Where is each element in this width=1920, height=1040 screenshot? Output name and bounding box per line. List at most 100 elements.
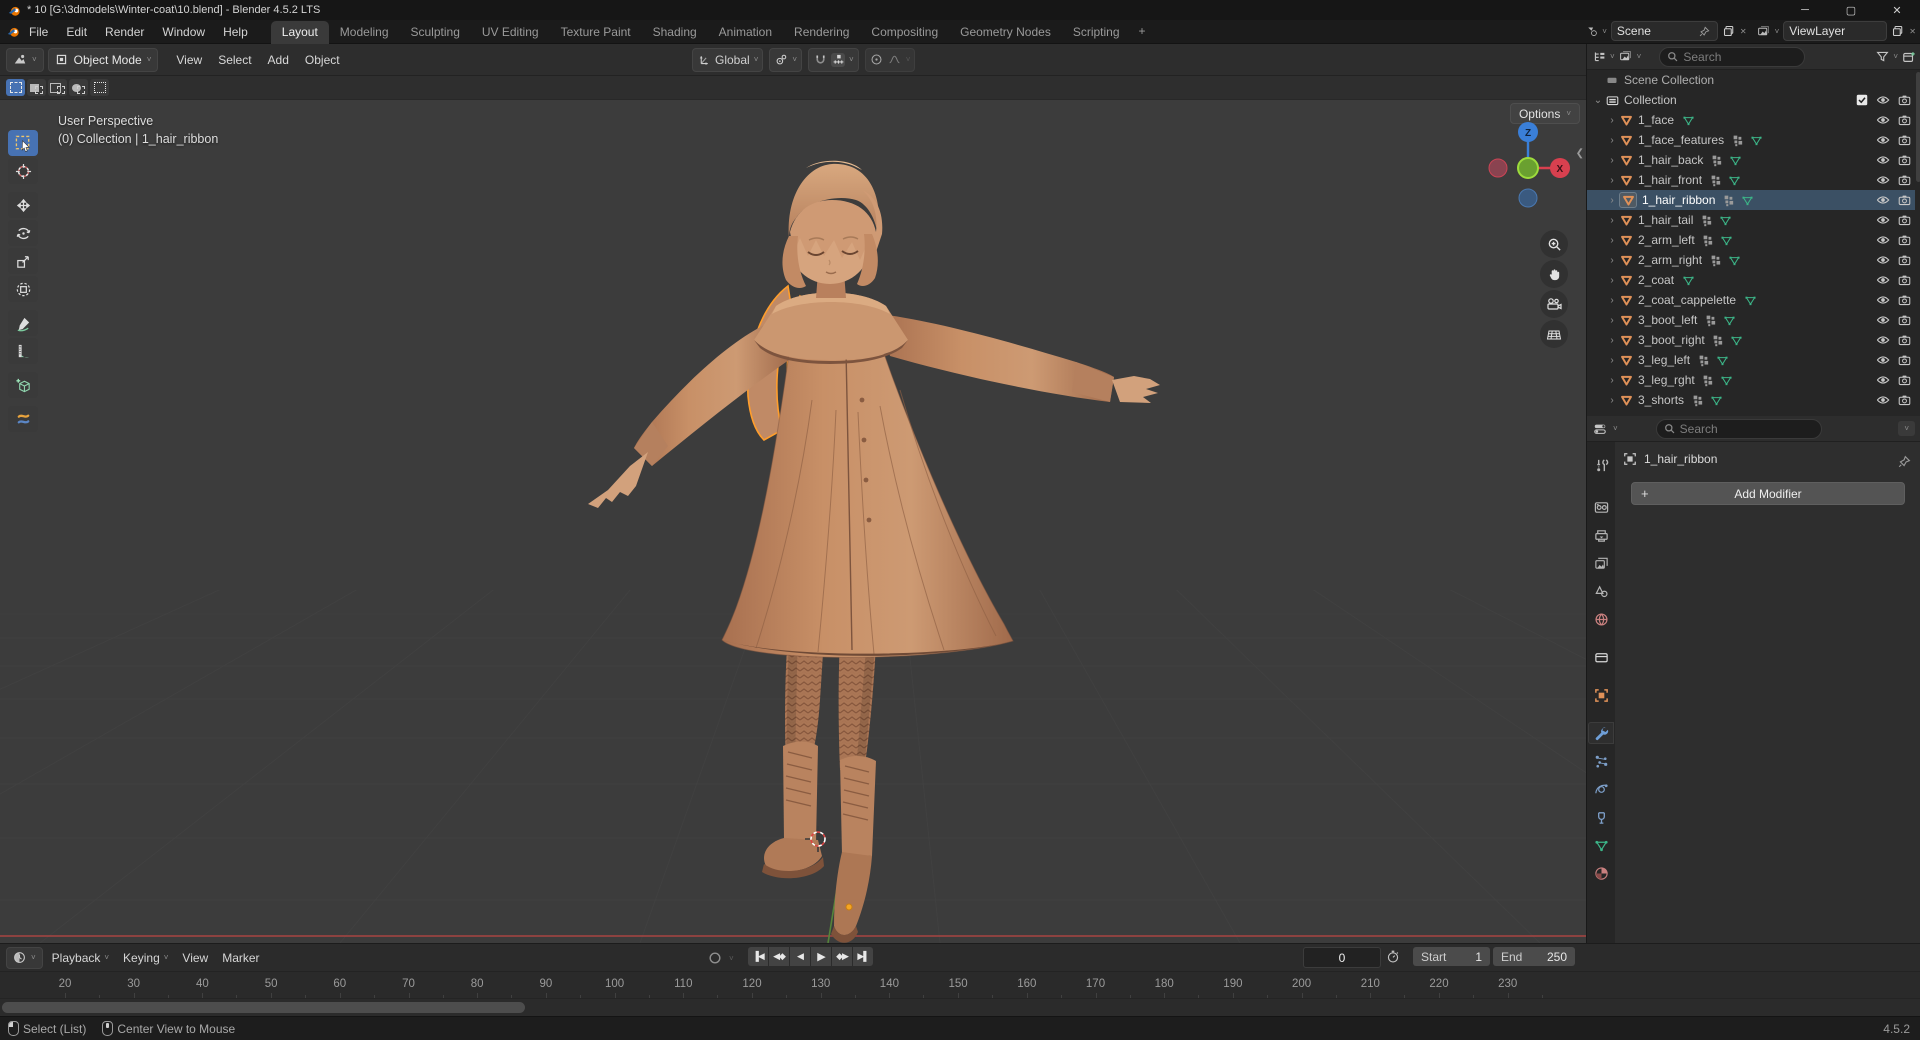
hide-icon[interactable] bbox=[1876, 313, 1890, 327]
outliner-collection[interactable]: ⌄ Collection bbox=[1587, 90, 1915, 110]
tool-measure[interactable] bbox=[8, 338, 38, 364]
zoom-nav-button[interactable] bbox=[1540, 230, 1568, 258]
pan-nav-button[interactable] bbox=[1540, 260, 1568, 288]
tab-view-layer[interactable] bbox=[1588, 552, 1614, 574]
tool-select-box[interactable] bbox=[8, 130, 38, 156]
disable-in-renders-icon[interactable] bbox=[1897, 113, 1911, 127]
viewport-menu-select[interactable]: Select bbox=[210, 50, 259, 70]
workspace-tab-shading[interactable]: Shading bbox=[642, 21, 708, 44]
outliner-item-1_hair_front[interactable]: › 1_hair_front bbox=[1587, 170, 1915, 190]
add-workspace-button[interactable]: + bbox=[1131, 20, 1154, 43]
viewlayer-browse-icon[interactable] bbox=[1757, 24, 1771, 38]
add-modifier-button[interactable]: + Add Modifier bbox=[1631, 482, 1905, 505]
hide-icon[interactable] bbox=[1876, 253, 1890, 267]
hide-icon[interactable] bbox=[1876, 193, 1890, 207]
properties-editor-icon[interactable] bbox=[1593, 422, 1607, 436]
menu-help[interactable]: Help bbox=[214, 22, 257, 42]
timeline-menu-keying[interactable]: Keying˅ bbox=[116, 948, 175, 968]
navigation-gizmo[interactable]: Y Z X bbox=[1480, 118, 1576, 214]
workspace-tab-geometry-nodes[interactable]: Geometry Nodes bbox=[949, 21, 1062, 44]
tab-object[interactable] bbox=[1588, 684, 1614, 706]
tool-scale[interactable] bbox=[8, 248, 38, 274]
filter-icon[interactable] bbox=[1875, 50, 1889, 64]
menu-edit[interactable]: Edit bbox=[57, 22, 96, 42]
hide-icon[interactable] bbox=[1876, 353, 1890, 367]
tool-move[interactable] bbox=[8, 192, 38, 218]
hide-icon[interactable] bbox=[1876, 233, 1890, 247]
outliner-item-2_coat[interactable]: › 2_coat bbox=[1587, 270, 1915, 290]
select-mode-set[interactable] bbox=[6, 79, 25, 96]
current-frame-field[interactable]: 0 bbox=[1303, 947, 1381, 968]
transform-orientation-selector[interactable]: Global ˅ bbox=[692, 48, 763, 72]
expand-icon[interactable]: › bbox=[1605, 115, 1619, 126]
outliner-item-3_leg_rght[interactable]: › 3_leg_rght bbox=[1587, 370, 1915, 390]
proportional-edit-controls[interactable]: ˅ bbox=[865, 48, 916, 72]
tab-render[interactable] bbox=[1588, 496, 1614, 518]
tab-material[interactable] bbox=[1588, 862, 1614, 884]
tab-scene[interactable] bbox=[1588, 580, 1614, 602]
disable-in-renders-icon[interactable] bbox=[1897, 253, 1911, 267]
hide-icon[interactable] bbox=[1876, 113, 1890, 127]
hide-icon[interactable] bbox=[1876, 333, 1890, 347]
menu-window[interactable]: Window bbox=[153, 22, 214, 42]
expand-icon[interactable]: › bbox=[1605, 335, 1619, 346]
outliner-scene-collection[interactable]: Scene Collection bbox=[1587, 70, 1915, 90]
disable-in-renders-icon[interactable] bbox=[1897, 213, 1911, 227]
tool-cursor[interactable] bbox=[8, 158, 38, 184]
outliner-item-3_shorts[interactable]: › 3_shorts bbox=[1587, 390, 1915, 410]
frame-start-field[interactable]: Start1 bbox=[1413, 947, 1490, 966]
tool-extra[interactable] bbox=[8, 406, 38, 432]
outliner-filter-image-icon[interactable] bbox=[1619, 50, 1633, 64]
perspective-toggle-button[interactable] bbox=[1540, 320, 1568, 348]
new-viewlayer-icon[interactable] bbox=[1891, 24, 1905, 38]
editor-type-button[interactable]: ˅ bbox=[6, 48, 44, 72]
hide-icon[interactable] bbox=[1876, 173, 1890, 187]
scene-browse-icon[interactable] bbox=[1584, 24, 1598, 38]
workspace-tab-layout[interactable]: Layout bbox=[271, 21, 329, 44]
expand-icon[interactable]: › bbox=[1605, 235, 1619, 246]
disable-in-renders-icon[interactable] bbox=[1897, 153, 1911, 167]
collection-checkbox[interactable] bbox=[1855, 93, 1869, 107]
viewport-menu-object[interactable]: Object bbox=[297, 50, 348, 70]
viewport-menu-add[interactable]: Add bbox=[260, 50, 297, 70]
viewport-menu-view[interactable]: View bbox=[168, 50, 210, 70]
workspace-tab-scripting[interactable]: Scripting bbox=[1062, 21, 1131, 44]
new-collection-icon[interactable] bbox=[1902, 50, 1916, 64]
outliner-item-1_face[interactable]: › 1_face bbox=[1587, 110, 1915, 130]
pin-icon[interactable] bbox=[1698, 24, 1712, 38]
timeline-menu-marker[interactable]: Marker bbox=[215, 948, 266, 968]
scene-selector[interactable]: Scene bbox=[1611, 21, 1718, 41]
play-button[interactable]: ▶ bbox=[811, 947, 831, 966]
blender-menu-icon[interactable] bbox=[6, 25, 20, 39]
pin-id-icon[interactable] bbox=[1897, 454, 1911, 468]
outliner-item-1_hair_tail[interactable]: › 1_hair_tail bbox=[1587, 210, 1915, 230]
close-button[interactable]: ✕ bbox=[1874, 0, 1920, 20]
tab-particles[interactable] bbox=[1588, 750, 1614, 772]
expand-icon[interactable]: › bbox=[1605, 255, 1619, 266]
disable-in-renders-icon[interactable] bbox=[1897, 393, 1911, 407]
tab-output[interactable] bbox=[1588, 524, 1614, 546]
minimize-button[interactable]: ─ bbox=[1782, 0, 1828, 20]
prev-keyframe-button[interactable]: ◀◆ bbox=[769, 947, 789, 966]
expand-icon[interactable]: › bbox=[1605, 195, 1619, 206]
disable-in-renders-icon[interactable] bbox=[1897, 193, 1911, 207]
hide-icon[interactable] bbox=[1876, 373, 1890, 387]
tool-transform[interactable] bbox=[8, 276, 38, 302]
region-collapse-icon[interactable]: ❮ bbox=[1576, 148, 1584, 159]
camera-view-button[interactable] bbox=[1540, 290, 1568, 318]
select-mode-invert[interactable] bbox=[69, 79, 88, 96]
expand-icon[interactable]: › bbox=[1605, 275, 1619, 286]
workspace-tab-uv-editing[interactable]: UV Editing bbox=[471, 21, 550, 44]
outliner-item-1_hair_back[interactable]: › 1_hair_back bbox=[1587, 150, 1915, 170]
camera-visibility-icon[interactable] bbox=[1897, 93, 1911, 107]
menu-file[interactable]: File bbox=[20, 22, 57, 42]
new-scene-icon[interactable] bbox=[1722, 24, 1736, 38]
disable-in-renders-icon[interactable] bbox=[1897, 273, 1911, 287]
tab-world[interactable] bbox=[1588, 608, 1614, 630]
expand-icon[interactable]: › bbox=[1605, 355, 1619, 366]
viewport-3d[interactable]: User Perspective (0) Collection | 1_hair… bbox=[0, 100, 1586, 943]
disable-in-renders-icon[interactable] bbox=[1897, 333, 1911, 347]
tab-collection[interactable] bbox=[1588, 646, 1614, 668]
outliner-item-1_hair_ribbon[interactable]: › 1_hair_ribbon bbox=[1587, 190, 1915, 210]
next-keyframe-button[interactable]: ◆▶ bbox=[832, 947, 852, 966]
